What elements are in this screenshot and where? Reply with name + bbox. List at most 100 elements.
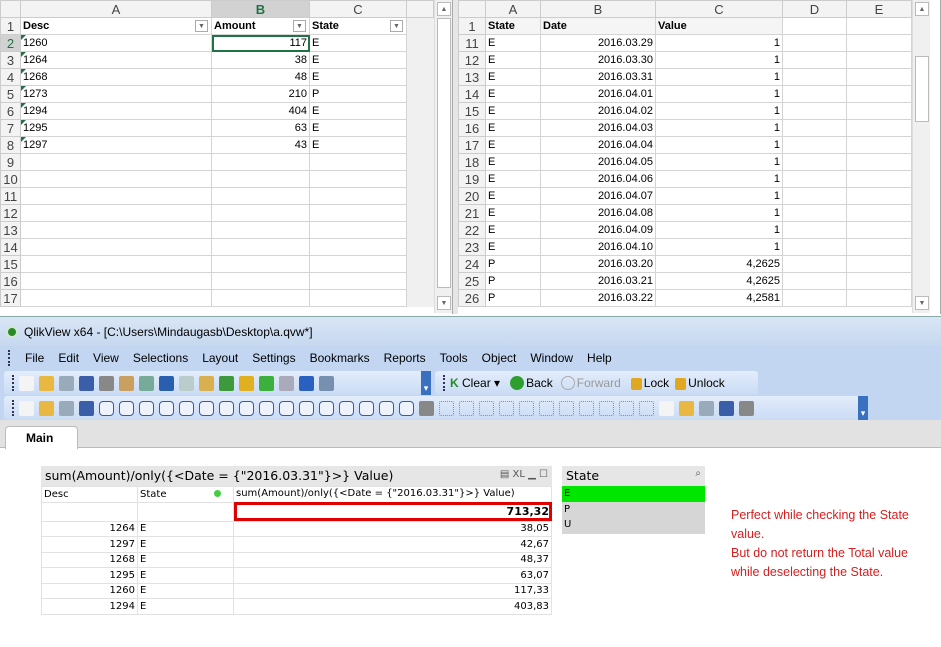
row-header[interactable]: 23 (458, 238, 486, 256)
cell[interactable] (782, 136, 847, 154)
multibox-icon[interactable] (159, 400, 174, 416)
search-object-icon[interactable] (339, 400, 354, 416)
straight-table-chart[interactable]: sum(Amount)/only({<Date = {"2016.03.31"}… (41, 466, 552, 615)
row-header[interactable]: 16 (0, 272, 21, 290)
cell[interactable]: 1297 (20, 136, 212, 154)
cell[interactable] (846, 51, 912, 69)
menu-settings[interactable]: Settings (252, 351, 295, 365)
current-selections-icon[interactable] (219, 400, 234, 416)
column-header[interactable]: E (846, 0, 912, 18)
cell[interactable] (211, 238, 310, 256)
cell[interactable]: E (309, 51, 407, 69)
cell[interactable] (211, 221, 310, 239)
cell[interactable] (309, 187, 407, 205)
cell[interactable]: 1 (655, 221, 783, 239)
cell[interactable] (309, 289, 407, 307)
center-v-icon[interactable] (539, 400, 554, 416)
cell[interactable]: 2016.04.03 (540, 119, 656, 137)
filter-dropdown-icon[interactable]: ▼ (293, 20, 306, 32)
cell[interactable]: 2016.03.31 (540, 68, 656, 86)
table-row[interactable]: 1260 E 117,33 (41, 582, 552, 599)
cell[interactable] (309, 221, 407, 239)
menu-bookmarks[interactable]: Bookmarks (310, 351, 370, 365)
save-icon[interactable] (79, 375, 94, 391)
cell[interactable] (406, 85, 434, 103)
cell[interactable]: 1 (655, 34, 783, 52)
cell[interactable]: P (485, 289, 541, 307)
row-header[interactable]: 21 (458, 204, 486, 222)
cell[interactable]: E (485, 51, 541, 69)
cell[interactable]: 2016.04.08 (540, 204, 656, 222)
cell[interactable]: 2016.04.04 (540, 136, 656, 154)
cell[interactable] (782, 221, 847, 239)
toolbar-options-icon[interactable]: ▾ (421, 371, 431, 395)
cell[interactable] (20, 238, 212, 256)
cell[interactable] (406, 170, 434, 188)
cell[interactable] (211, 170, 310, 188)
cell[interactable]: 1 (655, 238, 783, 256)
row-header[interactable]: 22 (458, 221, 486, 239)
row-header[interactable]: 17 (0, 289, 21, 307)
button-icon[interactable] (239, 400, 254, 416)
cell[interactable] (309, 238, 407, 256)
help-icon[interactable] (299, 375, 314, 391)
column-header[interactable]: A (20, 0, 212, 18)
notes-icon[interactable] (699, 400, 714, 416)
header-cell[interactable]: Date (540, 17, 656, 35)
cell[interactable]: E (485, 153, 541, 171)
cell[interactable]: E (309, 68, 407, 86)
cell[interactable]: P (309, 85, 407, 103)
state-listbox[interactable]: State ⌕ EPU (562, 466, 705, 534)
cell[interactable]: 1 (655, 170, 783, 188)
cell[interactable] (406, 17, 434, 35)
row-header[interactable]: 12 (458, 51, 486, 69)
row-header[interactable]: 8 (0, 136, 21, 154)
cell[interactable]: 2016.03.20 (540, 255, 656, 273)
cell[interactable]: E (309, 102, 407, 120)
cell[interactable] (406, 238, 434, 256)
cell[interactable] (20, 170, 212, 188)
cell[interactable]: 1 (655, 85, 783, 103)
cell[interactable]: E (485, 85, 541, 103)
chart-wizard-icon[interactable] (239, 375, 254, 391)
table-row[interactable]: 1294 E 403,83 (41, 598, 552, 615)
cell[interactable]: 1 (655, 187, 783, 205)
table-row[interactable]: 1264 E 38,05 (41, 520, 552, 537)
cell[interactable] (20, 153, 212, 171)
cell[interactable] (846, 68, 912, 86)
bookmark-star-icon[interactable] (259, 375, 274, 391)
row-header[interactable]: 11 (0, 187, 21, 205)
menu-edit[interactable]: Edit (58, 351, 79, 365)
menu-layout[interactable]: Layout (202, 351, 238, 365)
row-header[interactable]: 2 (0, 34, 21, 52)
row-header[interactable]: 19 (458, 170, 486, 188)
cell[interactable] (20, 221, 212, 239)
header-cell[interactable]: Value (655, 17, 783, 35)
cell[interactable] (782, 51, 847, 69)
cell[interactable]: E (485, 221, 541, 239)
space-h-icon[interactable] (579, 400, 594, 416)
row-header[interactable]: 13 (458, 68, 486, 86)
row-header[interactable]: 7 (0, 119, 21, 137)
select-all-corner[interactable] (458, 0, 486, 18)
maximize-icon[interactable]: ☐ (539, 469, 548, 480)
scroll-down-icon[interactable]: ▼ (437, 296, 451, 310)
row-header[interactable]: 9 (0, 153, 21, 171)
cell[interactable] (782, 204, 847, 222)
row-header[interactable]: 10 (0, 170, 21, 188)
cell[interactable]: E (485, 136, 541, 154)
scroll-up-icon[interactable]: ▲ (915, 2, 929, 16)
move-right-icon[interactable] (59, 400, 74, 416)
cell[interactable] (782, 289, 847, 307)
cell[interactable]: 2016.03.22 (540, 289, 656, 307)
column-header[interactable]: B (211, 0, 310, 18)
align-top-icon[interactable] (559, 400, 574, 416)
row-header[interactable]: 24 (458, 255, 486, 273)
edit-script-icon[interactable] (119, 375, 134, 391)
unlock-button[interactable]: Unlock (675, 376, 725, 390)
cell[interactable] (782, 68, 847, 86)
cell[interactable] (406, 255, 434, 273)
column-header-expression[interactable]: sum(Amount)/only({<Date = {"2016.03.31"}… (233, 486, 552, 503)
cell[interactable]: 1273 (20, 85, 212, 103)
cell[interactable]: 48 (211, 68, 310, 86)
